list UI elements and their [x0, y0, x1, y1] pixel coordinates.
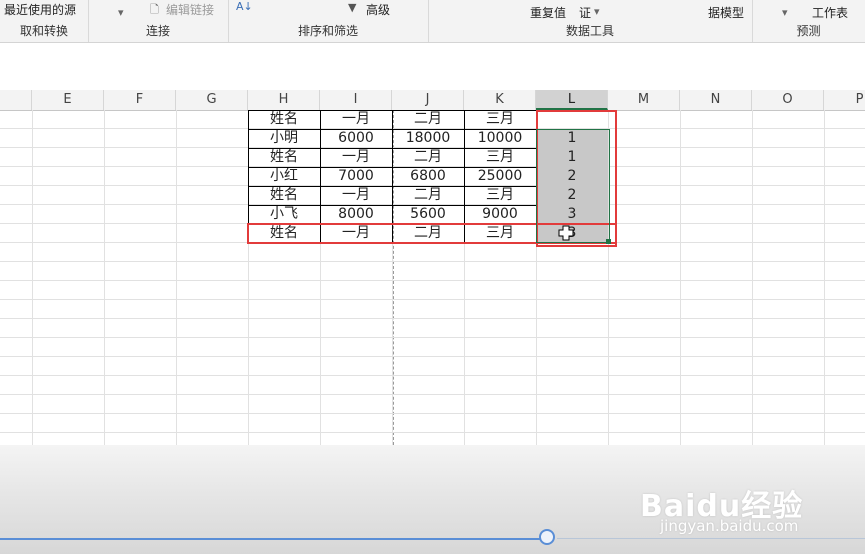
table-cell[interactable]: 9000 — [464, 205, 536, 224]
grid-hline — [0, 337, 865, 338]
duplicate-values-button[interactable]: 重复值 — [530, 4, 566, 21]
grid-hline — [0, 299, 865, 300]
table-cell[interactable]: 一月 — [320, 148, 392, 167]
validation-dropdown-icon[interactable]: ▾ — [594, 5, 600, 18]
table-cell[interactable]: 姓名 — [248, 186, 320, 205]
grid-hline — [0, 318, 865, 319]
column-header-l[interactable]: L — [536, 90, 608, 110]
forecast-dropdown-icon[interactable]: ▾ — [782, 6, 788, 19]
table-cell[interactable]: 三月 — [464, 148, 536, 167]
edit-links-icon: 🗋 — [150, 3, 159, 16]
table-cell[interactable]: 10000 — [464, 129, 536, 148]
table-cell[interactable]: 一月 — [320, 186, 392, 205]
grid-hline — [0, 394, 865, 395]
column-header-n[interactable]: N — [680, 90, 752, 110]
sort-az-icon[interactable]: A↓ — [236, 0, 253, 13]
column-header-f[interactable]: F — [104, 90, 176, 110]
grid-hline — [0, 261, 865, 262]
group-label-data-tools: 数据工具 — [565, 24, 614, 38]
grid-hline — [0, 432, 865, 433]
group-label-connections: 连接 — [145, 24, 170, 38]
group-data-tools: 重复值 证 ▾ 据模型 数据工具 — [428, 0, 753, 42]
table-cell[interactable]: 三月 — [464, 186, 536, 205]
table-cell[interactable]: 二月 — [392, 148, 464, 167]
group-label-sort-filter: 排序和筛选 — [297, 24, 358, 38]
ribbon: 最近使用的源 取和转换 ▾ 🗋 编辑链接 连接 A↓ ▼ 高级 排序和筛选 重复… — [0, 0, 865, 43]
bottom-area: Baidu经验 jingyan.baidu.com — [0, 445, 865, 554]
table-cell[interactable]: 小飞 — [248, 205, 320, 224]
column-header-m[interactable]: M — [608, 90, 680, 110]
group-forecast: ▾ 工作表 预测 — [752, 0, 865, 42]
recent-sources-button[interactable]: 最近使用的源 — [4, 1, 76, 18]
filter-advanced-icon: ▼ — [348, 1, 357, 14]
table-cell[interactable]: 姓名 — [248, 148, 320, 167]
column-header-k[interactable]: K — [464, 90, 536, 110]
table-cell[interactable]: 二月 — [392, 110, 464, 129]
table-cell[interactable]: 5600 — [392, 205, 464, 224]
table-cell[interactable]: 二月 — [392, 186, 464, 205]
grid-hline — [0, 413, 865, 414]
fill-handle[interactable] — [606, 239, 611, 244]
watermark-url: jingyan.baidu.com — [660, 517, 799, 535]
column-header-o[interactable]: O — [752, 90, 824, 110]
edit-links-button[interactable]: 编辑链接 — [166, 1, 214, 18]
group-label-get-transform: 取和转换 — [19, 24, 68, 38]
table-cell[interactable]: 小明 — [248, 129, 320, 148]
table-cell[interactable]: 6800 — [392, 167, 464, 186]
formula-bar-area — [0, 43, 865, 89]
table-cell[interactable]: 三月 — [464, 110, 536, 129]
worksheet-button[interactable]: 工作表 — [812, 4, 848, 21]
dropdown-icon[interactable]: ▾ — [118, 6, 124, 19]
table-cell[interactable]: 6000 — [320, 129, 392, 148]
data-validation-button[interactable]: 证 — [579, 4, 591, 21]
group-sort-filter: A↓ ▼ 高级 排序和筛选 — [228, 0, 429, 42]
column-header-h[interactable]: H — [248, 90, 320, 110]
table-cell[interactable]: 8000 — [320, 205, 392, 224]
table-cell[interactable]: 18000 — [392, 129, 464, 148]
worksheet-grid[interactable]: DEFGHIJKLMNOP 姓名一月二月三月小明600018000100001姓… — [0, 90, 865, 445]
column-header-p[interactable]: P — [824, 90, 865, 110]
column-header-i[interactable]: I — [320, 90, 392, 110]
scroll-thumb[interactable] — [539, 529, 555, 545]
column-header-d[interactable]: D — [0, 90, 32, 110]
cell-cursor-icon — [558, 225, 574, 241]
group-get-transform: 最近使用的源 取和转换 — [0, 0, 89, 42]
group-label-forecast: 预测 — [796, 24, 821, 38]
horizontal-scroll-track[interactable] — [0, 538, 540, 540]
column-header-e[interactable]: E — [32, 90, 104, 110]
advanced-filter-button[interactable]: 高级 — [366, 1, 390, 18]
table-cell[interactable]: 25000 — [464, 167, 536, 186]
horizontal-scroll-track-right[interactable] — [557, 538, 865, 539]
column-header-g[interactable]: G — [176, 90, 248, 110]
grid-hline — [0, 375, 865, 376]
grid-hline — [0, 280, 865, 281]
table-cell[interactable]: 7000 — [320, 167, 392, 186]
data-model-button[interactable]: 据模型 — [708, 4, 744, 21]
group-connections: ▾ 🗋 编辑链接 连接 — [88, 0, 229, 42]
table-cell[interactable]: 小红 — [248, 167, 320, 186]
grid-hline — [0, 356, 865, 357]
column-header-row: DEFGHIJKLMNOP — [0, 90, 865, 111]
table-cell[interactable]: 一月 — [320, 110, 392, 129]
column-header-j[interactable]: J — [392, 90, 464, 110]
table-cell[interactable]: 姓名 — [248, 110, 320, 129]
